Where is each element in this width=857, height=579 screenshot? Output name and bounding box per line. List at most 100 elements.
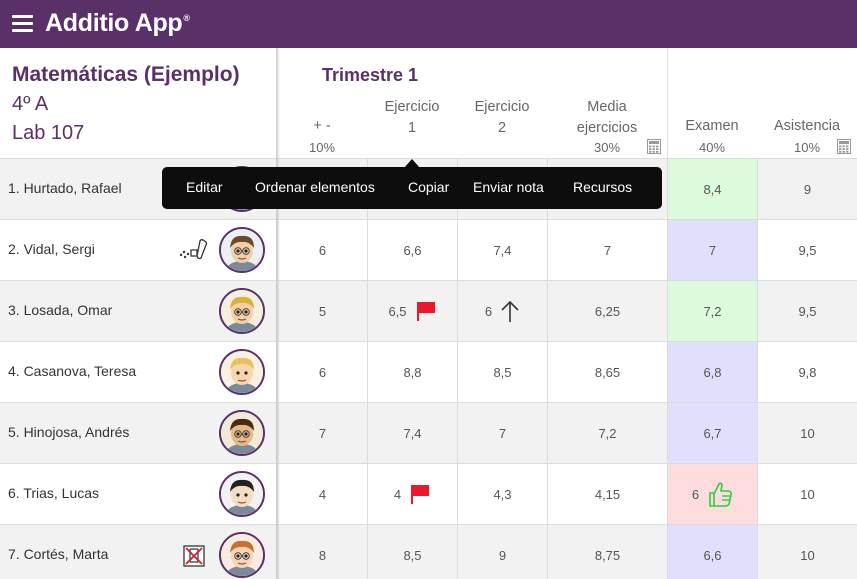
- grade-cell-attendance[interactable]: 9,8: [757, 342, 857, 402]
- student-avatar[interactable]: [219, 288, 265, 334]
- grade-cell-attendance[interactable]: 10: [757, 525, 857, 579]
- app-header: Additio App®: [0, 0, 857, 48]
- column-header-plus-minus[interactable]: + -: [277, 116, 367, 137]
- grade-value: 6,7: [703, 425, 722, 441]
- grade-cell-exam[interactable]: 7,2: [667, 281, 757, 341]
- grade-cell-exercise-average[interactable]: 8,75: [547, 525, 667, 579]
- grade-value: 7,4: [403, 425, 422, 441]
- student-avatar[interactable]: [219, 227, 265, 273]
- calculator-icon[interactable]: [647, 139, 661, 154]
- grade-cell-exercise-1[interactable]: 8,5: [367, 525, 457, 579]
- term-title[interactable]: Trimestre 1: [322, 65, 418, 86]
- grade-cell-exercise-2[interactable]: 6: [457, 281, 547, 341]
- grade-value: 10: [800, 486, 815, 502]
- grade-cell-plus-minus[interactable]: 5: [277, 281, 367, 341]
- grade-cell-exercise-average[interactable]: 7,2: [547, 403, 667, 463]
- grade-cell-exercise-1[interactable]: 6,6: [367, 220, 457, 280]
- grade-cell-exercise-2[interactable]: 7,4: [457, 220, 547, 280]
- grade-value: 9: [803, 181, 812, 197]
- grade-value: 6,6: [403, 242, 422, 258]
- table-row[interactable]: 4. Casanova, Teresa 6 8,8 8,5 8,65 6,8 9,8: [0, 341, 857, 402]
- grade-cell-exam[interactable]: 6,6: [667, 525, 757, 579]
- grade-cell-attendance[interactable]: 9,5: [757, 281, 857, 341]
- table-row[interactable]: 3. Losada, Omar 5 6,5 6 6,25 7,2 9,5: [0, 280, 857, 341]
- grade-cell-exam[interactable]: 6,8: [667, 342, 757, 402]
- grade-cell-plus-minus[interactable]: 6: [277, 220, 367, 280]
- table-row[interactable]: 7. Cortés, Marta 8 8,5 9 8,75 6,6 10: [0, 524, 857, 579]
- grade-value: 7,2: [598, 425, 617, 441]
- grade-cell-exercise-1[interactable]: 8,8: [367, 342, 457, 402]
- grade-value: 4: [393, 486, 402, 502]
- grade-cell-plus-minus[interactable]: 4: [277, 464, 367, 524]
- menu-item-edit[interactable]: Editar: [186, 179, 223, 195]
- grade-cell-attendance[interactable]: 9: [757, 159, 857, 219]
- student-name[interactable]: 5. Hinojosa, Andrés: [8, 424, 129, 440]
- grade-cell-exercise-2[interactable]: 8,5: [457, 342, 547, 402]
- student-name[interactable]: 4. Casanova, Teresa: [8, 363, 136, 379]
- class-group: 4º A: [12, 93, 49, 115]
- column-header-exam[interactable]: Examen: [667, 116, 757, 137]
- grade-value: 4,3: [493, 486, 512, 502]
- thumbs-up-icon: [707, 480, 733, 508]
- table-row[interactable]: 2. Vidal, Sergi 6 6,6 7,4 7 7 9,5: [0, 219, 857, 280]
- column-header-exercise-2[interactable]: 2: [457, 118, 547, 139]
- grade-cell-exam[interactable]: 8,4: [667, 159, 757, 219]
- grade-value: 8,8: [403, 364, 422, 380]
- grade-value: 9,5: [798, 303, 817, 319]
- student-name[interactable]: 6. Trias, Lucas: [8, 485, 99, 501]
- menu-item-copy[interactable]: Copiar: [408, 179, 449, 195]
- grade-value: 7: [318, 425, 327, 441]
- grade-value: 4,15: [594, 486, 621, 502]
- menu-item-send-grade[interactable]: Enviar nota: [473, 179, 544, 195]
- table-row[interactable]: 5. Hinojosa, Andrés 7 7,4 7 7,2 6,7 10: [0, 402, 857, 463]
- student-avatar[interactable]: [219, 471, 265, 517]
- class-header: Matemáticas (Ejemplo) 4º A Lab 107: [0, 48, 277, 158]
- student-name[interactable]: 1. Hurtado, Rafael: [8, 180, 122, 196]
- calculator-icon[interactable]: [837, 139, 851, 154]
- table-row[interactable]: 6. Trias, Lucas 4 4 4,3 4,15 6 10: [0, 463, 857, 524]
- grade-cell-exercise-average[interactable]: 6,25: [547, 281, 667, 341]
- student-name[interactable]: 7. Cortés, Marta: [8, 546, 108, 562]
- student-name[interactable]: 3. Losada, Omar: [8, 302, 112, 318]
- column-weight-plus-minus: 10%: [308, 140, 336, 155]
- column-header-exercise-average-line1[interactable]: Media: [547, 97, 667, 118]
- grade-cell-plus-minus[interactable]: 6: [277, 342, 367, 402]
- grade-cell-exercise-average[interactable]: 7: [547, 220, 667, 280]
- grade-cell-exercise-average[interactable]: 8,65: [547, 342, 667, 402]
- column-header-exercise-1-line1[interactable]: Ejercicio: [367, 97, 457, 118]
- grade-value: 6: [318, 242, 327, 258]
- grade-cell-exercise-1[interactable]: 4: [367, 464, 457, 524]
- student-avatar[interactable]: [219, 349, 265, 395]
- grade-value: 8,4: [703, 181, 722, 197]
- grade-cell-attendance[interactable]: 10: [757, 464, 857, 524]
- grade-cell-exercise-2[interactable]: 7: [457, 403, 547, 463]
- menu-item-resources[interactable]: Recursos: [573, 179, 632, 195]
- grade-cell-exercise-2[interactable]: 4,3: [457, 464, 547, 524]
- column-context-menu: Editar Ordenar elementos Copiar Enviar n…: [162, 167, 662, 209]
- app-title: Additio App®: [45, 9, 190, 38]
- menu-icon[interactable]: [12, 15, 33, 32]
- column-header-attendance[interactable]: Asistencia: [757, 116, 857, 137]
- column-header-exercise-2-line1[interactable]: Ejercicio: [457, 97, 547, 118]
- grade-cell-exam[interactable]: 6,7: [667, 403, 757, 463]
- column-header-exercise-average[interactable]: ejercicios: [547, 118, 667, 139]
- column-header-exercise-1[interactable]: 1: [367, 118, 457, 139]
- grade-cell-attendance[interactable]: 10: [757, 403, 857, 463]
- grade-value: 7,2: [703, 303, 722, 319]
- grade-cell-plus-minus[interactable]: 7: [277, 403, 367, 463]
- menu-item-order-elements[interactable]: Ordenar elementos: [255, 179, 375, 195]
- grade-cell-attendance[interactable]: 9,5: [757, 220, 857, 280]
- grade-cell-exam[interactable]: 6: [667, 464, 757, 524]
- student-avatar[interactable]: [219, 410, 265, 456]
- grade-cell-plus-minus[interactable]: 8: [277, 525, 367, 579]
- grade-value: 7: [708, 242, 717, 258]
- grade-cell-exam[interactable]: 7: [667, 220, 757, 280]
- grade-cell-exercise-1[interactable]: 7,4: [367, 403, 457, 463]
- trademark-symbol: ®: [183, 13, 190, 23]
- student-avatar[interactable]: [219, 532, 265, 578]
- student-name[interactable]: 2. Vidal, Sergi: [8, 241, 95, 257]
- class-name[interactable]: Matemáticas (Ejemplo): [12, 63, 240, 87]
- grade-cell-exercise-1[interactable]: 6,5: [367, 281, 457, 341]
- grade-cell-exercise-2[interactable]: 9: [457, 525, 547, 579]
- grade-cell-exercise-average[interactable]: 4,15: [547, 464, 667, 524]
